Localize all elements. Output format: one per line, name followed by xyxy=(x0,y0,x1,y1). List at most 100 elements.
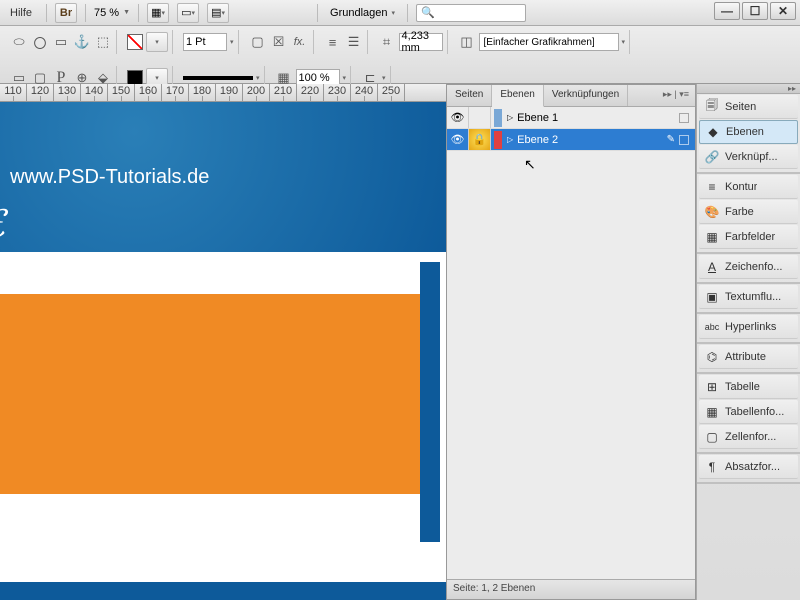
ruler-tick: 120 xyxy=(27,84,54,101)
screen-icon: ▭ xyxy=(181,6,191,19)
tab-ebenen[interactable]: Ebenen xyxy=(492,85,543,107)
dock-hyperlinks[interactable]: abcHyperlinks xyxy=(699,315,798,339)
frame-style-icon: ◫ xyxy=(458,33,476,51)
dimension-input[interactable]: 4,233 mm xyxy=(399,33,443,51)
links-icon: 🔗 xyxy=(705,150,719,164)
ruler-tick: 240 xyxy=(351,84,378,101)
arrange-button[interactable]: ▤▾ xyxy=(207,3,229,23)
zoom-value: 75 % xyxy=(94,7,119,19)
dock-zellenfor[interactable]: ▢Zellenfor... xyxy=(699,425,798,449)
corner-icon[interactable]: ▢ xyxy=(249,33,267,51)
layer-name[interactable]: Ebene 1 xyxy=(515,112,679,124)
select-indicator[interactable] xyxy=(679,113,689,123)
marquee-icon[interactable]: ▭ xyxy=(52,33,70,51)
ruler-tick: 150 xyxy=(108,84,135,101)
dock-farbe[interactable]: 🎨Farbe xyxy=(699,200,798,224)
view-options-button[interactable]: ▦▾ xyxy=(147,3,169,23)
layer-row[interactable]: 👁 ▷ Ebene 1 xyxy=(447,107,695,129)
fx-icon[interactable]: fx. xyxy=(291,33,309,51)
dock-zeichenfo[interactable]: AZeichenfo... xyxy=(699,255,798,279)
panel-tabs: Seiten Ebenen Verknüpfungen ▸▸ | ▾≡ xyxy=(447,85,695,107)
ellipse-icon[interactable]: ⬭ xyxy=(10,33,28,51)
ruler-tick: 230 xyxy=(324,84,351,101)
layer-name[interactable]: Ebene 2 xyxy=(515,134,666,146)
zoom-dropdown[interactable]: 75 % ▼ xyxy=(94,7,130,19)
cube-icon[interactable]: ⬚ xyxy=(94,33,112,51)
crop-icon[interactable]: ⌗ xyxy=(378,33,396,51)
layer-row[interactable]: 👁 🔒 ▷ Ebene 2 ✎ xyxy=(447,129,695,151)
dock-farbfelder[interactable]: ▦Farbfelder xyxy=(699,225,798,249)
panel-status: Seite: 1, 2 Ebenen xyxy=(447,579,695,599)
minimize-button[interactable]: — xyxy=(714,2,740,20)
dock-tabelle[interactable]: ⊞Tabelle xyxy=(699,375,798,399)
close-button[interactable]: ✕ xyxy=(770,2,796,20)
tab-verknuepfungen[interactable]: Verknüpfungen xyxy=(544,85,628,106)
textwrap-icon: ▣ xyxy=(705,290,719,304)
control-bar: ⬭ 〇 ▭ ⚓ ⬚ ▾ 1 Pt ▾ ▢ ☒ fx. ≡ ☰ ⌗ 4,233 m… xyxy=(0,26,800,84)
pen-icon: ✎ xyxy=(667,134,675,145)
lock-slot[interactable] xyxy=(469,107,491,128)
anchor-icon[interactable]: ⚓ xyxy=(73,33,91,51)
frame-icon[interactable]: ☒ xyxy=(270,33,288,51)
ruler-tick: 130 xyxy=(54,84,81,101)
fill-swatch[interactable] xyxy=(127,34,143,50)
chevron-down-icon: ▾ xyxy=(622,38,626,46)
tablestyle-icon: ▦ xyxy=(705,405,719,419)
ruler-tick: 170 xyxy=(162,84,189,101)
maximize-button[interactable]: ☐ xyxy=(742,2,768,20)
expand-icon[interactable]: ▷ xyxy=(507,113,513,122)
stroke-icon: ≡ xyxy=(705,180,719,194)
select-indicator[interactable] xyxy=(679,135,689,145)
ruler-tick: 250 xyxy=(378,84,405,101)
chevron-down-icon: ▼ xyxy=(123,9,130,16)
attribute-icon: ⌬ xyxy=(705,350,719,364)
dock-kontur[interactable]: ≡Kontur xyxy=(699,175,798,199)
screen-mode-button[interactable]: ▭▾ xyxy=(177,3,199,23)
chevron-down-icon: ▾ xyxy=(382,74,386,82)
dock-seiten[interactable]: 🗐Seiten xyxy=(699,95,798,119)
hyperlinks-icon: abc xyxy=(705,320,719,334)
layers-icon: ◆ xyxy=(706,125,720,139)
align-icon[interactable]: ≡ xyxy=(324,33,342,51)
menubar: Hilfe Br 75 % ▼ ▦▾ ▭▾ ▤▾ Grundlagen ▾ 🔍 … xyxy=(0,0,800,26)
grid-icon: ▦ xyxy=(151,6,161,19)
fill-options-button[interactable]: ▾ xyxy=(146,32,168,52)
bridge-button[interactable]: Br xyxy=(55,3,77,23)
dock-verknuepf[interactable]: 🔗Verknüpf... xyxy=(699,145,798,169)
frame-style-dropdown[interactable]: [Einfacher Grafikrahmen] xyxy=(479,33,619,51)
visibility-icon[interactable]: 👁 xyxy=(447,107,469,128)
parastyle-icon: ¶ xyxy=(705,460,719,474)
dock-ebenen[interactable]: ◆Ebenen xyxy=(699,120,798,144)
document-orange-block xyxy=(0,294,420,494)
panel-collapse-button[interactable]: ▸▸ | ▾≡ xyxy=(657,85,695,106)
layer-color-swatch xyxy=(494,131,502,149)
document-blue-strip xyxy=(420,262,440,542)
chevron-down-icon: ▾ xyxy=(343,74,347,82)
ruler-tick: 140 xyxy=(81,84,108,101)
tab-seiten[interactable]: Seiten xyxy=(447,85,492,106)
dock-attribute[interactable]: ⌬Attribute xyxy=(699,345,798,369)
stroke-preview[interactable] xyxy=(183,76,253,80)
workspace-switcher[interactable]: Grundlagen ▾ xyxy=(326,5,399,21)
help-menu[interactable]: Hilfe xyxy=(4,5,38,21)
chevron-down-icon: ▾ xyxy=(230,38,234,46)
dock-absatzfor[interactable]: ¶Absatzfor... xyxy=(699,455,798,479)
circle-icon[interactable]: 〇 xyxy=(31,33,49,51)
dock-textumflu[interactable]: ▣Textumflu... xyxy=(699,285,798,309)
char-style-icon: A xyxy=(705,260,719,274)
dock-tabellenfo[interactable]: ▦Tabellenfo... xyxy=(699,400,798,424)
dock-collapse-button[interactable]: ▸▸ xyxy=(697,84,800,94)
chevron-down-icon: ▾ xyxy=(392,9,396,17)
workspace-label: Grundlagen xyxy=(330,7,388,19)
layer-color-swatch xyxy=(494,109,502,127)
stroke-weight-input[interactable]: 1 Pt xyxy=(183,33,227,51)
document-footer-bg xyxy=(0,582,448,600)
visibility-icon[interactable]: 👁 xyxy=(447,129,469,150)
lock-icon[interactable]: 🔒 xyxy=(469,129,491,150)
expand-icon[interactable]: ▷ xyxy=(507,135,513,144)
search-input[interactable]: 🔍 xyxy=(416,4,526,22)
wrap-icon[interactable]: ☰ xyxy=(345,33,363,51)
cellstyle-icon: ▢ xyxy=(705,430,719,444)
document-canvas[interactable]: ℰ www.PSD-Tutorials.de xyxy=(0,102,448,600)
table-icon: ⊞ xyxy=(705,380,719,394)
